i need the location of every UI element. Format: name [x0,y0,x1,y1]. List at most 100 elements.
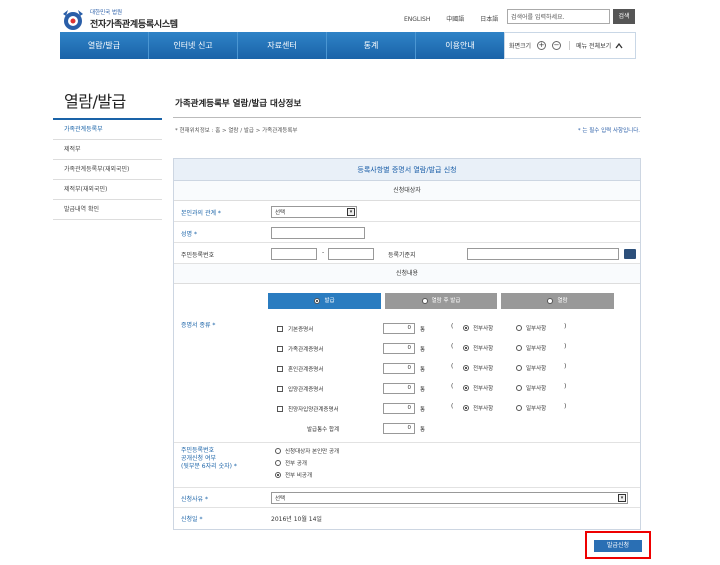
scope-part-option[interactable]: 일부사항 [516,384,546,392]
disclose-all-option[interactable]: 전부 공개 [275,459,307,467]
breadcrumb: * 현재위치정보 : 홈 > 열람 / 발급 > 가족관계등록부 [175,128,298,134]
language-links: ENGLISH 中國語 日本語 [404,14,512,23]
scope-all-label: 전부사항 [473,386,494,392]
total-label: 발급통수 합계 [307,427,340,433]
radio-icon [463,325,469,331]
lang-english-link[interactable]: ENGLISH [404,16,430,23]
submit-button[interactable]: 발급신청 [594,540,642,552]
date-value: 2016년 10월 14일 [271,516,322,523]
nav-item-stats[interactable]: 통계 [327,32,416,59]
sidebar-title: 열람/발급 [64,92,126,111]
zoom-out-icon[interactable]: − [552,41,562,50]
checkbox[interactable] [277,386,283,392]
disclose-none-label: 전부 비공개 [285,473,313,479]
scope-all-option[interactable]: 전부사항 [463,404,493,412]
radio-icon [463,385,469,391]
cert-count-input[interactable]: 0 [383,343,415,354]
sidebar-item-family-register-overseas[interactable]: 가족관계등록부(재외국민) [53,160,162,180]
sidebar-item-issue-history[interactable]: 발급내역 확인 [53,200,162,220]
relation-label: 본인과의 관계 * [181,210,221,217]
search-icon[interactable] [624,249,636,259]
menu-all-button[interactable]: 메뉴 전체보기 [569,41,623,50]
cert-count-input[interactable]: 0 [383,403,415,414]
rrn-disclose-label-line: 공개신청 여부 [181,455,217,462]
cert-item-full-adoption[interactable]: 친양자입양관계증명서 [277,403,339,415]
nav-item-guide[interactable]: 이용안내 [416,32,504,59]
sidebar-item-family-register[interactable]: 가족관계등록부 [53,120,162,140]
sidebar-item-removed-register-overseas[interactable]: 제적부(재외국민) [53,180,162,200]
tab-view[interactable]: 열람 [501,293,614,309]
checkbox[interactable] [277,366,283,372]
radio-icon [275,448,281,454]
reason-select[interactable]: 선택 ▾ [271,492,628,504]
cert-count-input[interactable]: 0 [383,323,415,334]
cert-name: 가족관계증명서 [288,347,324,353]
checkbox[interactable] [277,326,283,332]
reason-label: 신청사유 * [181,496,208,503]
cert-row: 증명서 종류 * 기본증명서 0 통 가족관계증명서 0 통 혼인관계증명서 0… [174,311,640,443]
cert-item-basic[interactable]: 기본증명서 [277,323,313,335]
nav-item-report[interactable]: 인터넷 신고 [149,32,238,59]
cert-unit: 통 [420,407,426,413]
scope-part-option[interactable]: 일부사항 [516,364,546,372]
site-logo[interactable]: 대한민국 법원 전자가족관계등록시스템 [60,6,210,32]
cert-item-marriage[interactable]: 혼인관계증명서 [277,363,323,375]
cert-unit: 통 [420,387,426,393]
rrn-separator: - [322,249,325,256]
nav-item-issue[interactable]: 열람/발급 [60,32,149,59]
scope-all-label: 전부사항 [473,406,494,412]
required-note: * 는 필수 입력 사항입니다. [577,128,640,134]
scope-all-option[interactable]: 전부사항 [463,364,493,372]
cert-item-adoption[interactable]: 입양관계증명서 [277,383,323,395]
total-count-input: 0 [383,423,415,434]
cert-count-input[interactable]: 0 [383,363,415,374]
disclose-none-option[interactable]: 전부 비공개 [275,471,312,479]
content-section-heading: 신청내용 [174,264,640,284]
checkbox[interactable] [277,406,283,412]
radio-icon [421,297,428,304]
search-input[interactable]: 검색어를 입력하세요. [507,9,610,24]
cert-unit: 통 [420,327,426,333]
reg-base-input[interactable] [467,248,619,260]
search-button[interactable]: 검색 [613,9,635,24]
tab-issue-label: 발급 [324,298,335,304]
reason-row: 신청사유 * 선택 ▾ [174,488,640,508]
tab-issue[interactable]: 발급 [268,293,381,309]
cert-item-family[interactable]: 가족관계증명서 [277,343,323,355]
scope-all-option[interactable]: 전부사항 [463,384,493,392]
rrn-label: 주민등록번호 [181,252,215,259]
radio-icon [516,405,522,411]
lang-chinese-link[interactable]: 中國語 [446,16,464,23]
date-row: 신청일 * 2016년 10월 14일 [174,508,640,529]
sidebar-item-removed-register[interactable]: 제적부 [53,140,162,160]
checkbox[interactable] [277,346,283,352]
scope-part-option[interactable]: 일부사항 [516,404,546,412]
tab-view-label: 열람 [557,298,568,304]
cert-unit: 통 [420,367,426,373]
cert-label: 증명서 종류 * [181,322,216,329]
zoom-in-icon[interactable]: + [537,41,547,50]
name-input[interactable] [271,227,365,239]
rrn-back-input[interactable] [328,248,374,260]
rrn-front-input[interactable] [271,248,317,260]
scope-all-option[interactable]: 전부사항 [463,324,493,332]
nav-item-resources[interactable]: 자료센터 [238,32,327,59]
name-label: 성명 * [181,231,197,238]
lang-japanese-link[interactable]: 日本語 [480,16,498,23]
scope-part-option[interactable]: 일부사항 [516,344,546,352]
scope-part-label: 일부사항 [526,406,547,412]
cert-count-input[interactable]: 0 [383,383,415,394]
cert-name: 혼인관계증명서 [288,367,324,373]
scope-all-option[interactable]: 전부사항 [463,344,493,352]
relation-select-value: 선택 [275,210,286,216]
sidebar-menu: 가족관계등록부 제적부 가족관계등록부(재외국민) 제적부(재외국민) 발급내역… [53,118,162,220]
relation-select[interactable]: 선택 ▾ [271,206,357,218]
chevron-down-icon: ▾ [618,494,626,502]
rrn-disclose-label: 주민등록번호 공개신청 여부 (뒷부분 6자리 숫자) * [181,447,237,471]
scope-part-option[interactable]: 일부사항 [516,324,546,332]
scope-all-label: 전부사항 [473,366,494,372]
tab-view-then-issue[interactable]: 열람 후 발급 [385,293,497,309]
relation-row: 본인과의 관계 * 선택 ▾ [174,202,640,222]
menu-all-label: 메뉴 전체보기 [576,43,612,50]
disclose-self-option[interactable]: 신청대상자 본인만 공개 [275,447,339,455]
